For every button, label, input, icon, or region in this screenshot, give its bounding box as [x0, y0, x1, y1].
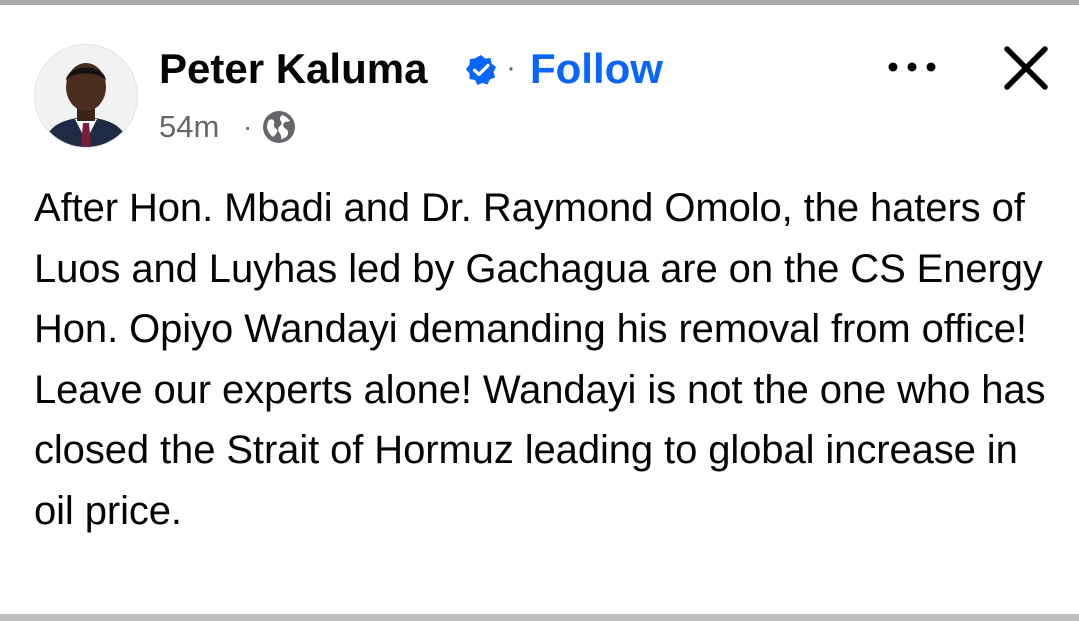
- close-icon[interactable]: [1000, 42, 1052, 94]
- name-separator: ·: [506, 51, 516, 84]
- avatar[interactable]: [34, 44, 138, 148]
- meta-separator: ·: [243, 111, 253, 142]
- verified-badge-icon: [466, 55, 496, 85]
- follow-button[interactable]: Follow: [530, 44, 663, 94]
- globe-icon: [263, 111, 295, 143]
- bottom-divider: [0, 611, 1079, 621]
- more-options-icon[interactable]: [884, 52, 940, 82]
- top-divider: [0, 0, 1079, 12]
- post-text: After Hon. Mbadi and Dr. Raymond Omolo, …: [34, 186, 1046, 533]
- post-timestamp[interactable]: 54m: [159, 107, 219, 147]
- profile-photo: [35, 45, 137, 147]
- author-name[interactable]: Peter Kaluma: [159, 44, 427, 94]
